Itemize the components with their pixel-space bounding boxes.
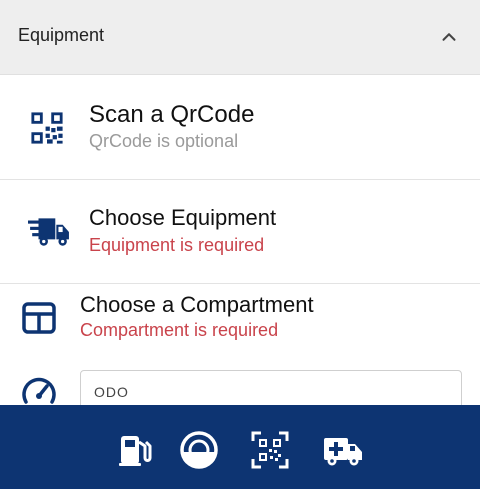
qr-scan-icon[interactable]	[250, 430, 290, 470]
choose-equipment-row[interactable]: Choose Equipment Equipment is required	[0, 180, 480, 284]
tire-icon[interactable]	[179, 430, 219, 470]
row-subtitle: Compartment is required	[80, 320, 279, 340]
compartment-grid-icon	[22, 302, 56, 334]
row-title: Choose Equipment	[89, 205, 277, 230]
qrcode-icon	[31, 112, 63, 144]
row-title: Scan a QrCode	[89, 101, 255, 128]
scan-qrcode-row[interactable]: Scan a QrCode QrCode is optional	[0, 75, 480, 180]
odo-placeholder: ODO	[94, 384, 129, 400]
row-subtitle: Equipment is required	[89, 235, 265, 255]
chevron-up-icon[interactable]	[438, 26, 460, 48]
equipment-section-header[interactable]: Equipment	[0, 0, 480, 75]
ambulance-icon[interactable]	[322, 430, 364, 470]
section-title: Equipment	[18, 25, 105, 45]
row-subtitle: QrCode is optional	[89, 131, 239, 151]
truck-icon	[28, 218, 69, 246]
bottom-nav-bar	[0, 405, 480, 489]
row-title: Choose a Compartment	[80, 292, 314, 317]
choose-compartment-row[interactable]: Choose a Compartment Compartment is requ…	[0, 284, 480, 359]
fuel-pump-icon[interactable]	[115, 430, 155, 470]
